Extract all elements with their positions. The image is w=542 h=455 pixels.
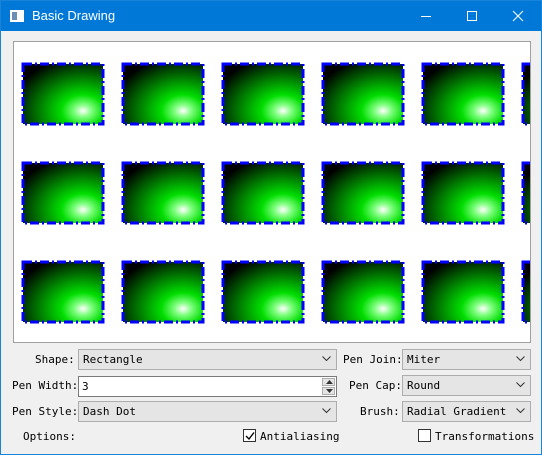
drawn-rectangle	[121, 161, 205, 225]
transformations-label[interactable]: Transformations	[435, 430, 534, 444]
arrow-down-icon	[326, 389, 333, 393]
main-window: Basic Drawing Shape: Pen Width: Pen Styl…	[0, 0, 542, 455]
spin-down-button[interactable]	[322, 387, 335, 395]
drawn-rectangle	[21, 62, 105, 126]
pen-width-label: Pen Width:	[12, 379, 79, 392]
drawn-rectangle	[521, 161, 530, 225]
arrow-up-icon	[326, 380, 333, 384]
brush-label: Brush:	[360, 405, 400, 418]
chevron-down-icon	[516, 382, 525, 388]
brush-combo[interactable]: Radial Gradient	[402, 401, 531, 422]
pen-cap-value: Round	[407, 379, 441, 392]
maximize-button[interactable]	[449, 1, 495, 31]
shape-label: Shape:	[35, 353, 75, 366]
antialiasing-label[interactable]: Antialiasing	[260, 430, 339, 444]
drawn-rectangle	[221, 62, 305, 126]
minimize-button[interactable]	[403, 1, 449, 31]
title-bar[interactable]: Basic Drawing	[1, 1, 541, 31]
close-icon	[512, 10, 524, 22]
window-title: Basic Drawing	[32, 8, 116, 23]
drawn-rectangle	[421, 62, 505, 126]
close-button[interactable]	[495, 1, 541, 31]
drawn-rectangle	[121, 260, 205, 324]
brush-value: Radial Gradient	[407, 405, 507, 418]
spin-up-button[interactable]	[322, 378, 335, 386]
drawn-rectangle	[321, 260, 405, 324]
chevron-down-icon	[516, 356, 525, 362]
drawn-rectangle	[21, 161, 105, 225]
drawing-canvas	[21, 62, 530, 324]
drawn-rectangle	[421, 260, 505, 324]
pen-style-value: Dash Dot	[83, 405, 136, 418]
drawn-rectangle	[21, 260, 105, 324]
pen-width-spinbox[interactable]	[78, 376, 337, 397]
pen-style-label: Pen Style:	[12, 405, 79, 418]
chevron-down-icon	[322, 356, 331, 362]
drawn-rectangle	[321, 161, 405, 225]
drawn-rectangle	[421, 161, 505, 225]
options-label: Options:	[23, 430, 76, 443]
pen-style-combo[interactable]: Dash Dot	[78, 401, 337, 422]
drawn-rectangle	[221, 161, 305, 225]
pen-join-label: Pen Join:	[343, 353, 403, 366]
drawn-rectangle	[521, 260, 530, 324]
chevron-down-icon	[322, 408, 331, 414]
antialiasing-checkbox[interactable]	[243, 429, 256, 442]
pen-cap-combo[interactable]: Round	[402, 375, 531, 396]
minimize-icon	[421, 16, 431, 17]
drawn-rectangle	[321, 62, 405, 126]
spin-buttons	[322, 378, 335, 395]
maximize-icon	[467, 11, 477, 21]
drawn-rectangle	[221, 260, 305, 324]
render-area	[13, 41, 531, 343]
app-window-icon	[10, 10, 24, 22]
transformations-checkbox[interactable]	[418, 429, 431, 442]
shape-value: Rectangle	[83, 353, 143, 366]
pen-join-value: Miter	[407, 353, 441, 366]
pen-width-input[interactable]	[82, 379, 312, 394]
shape-combo[interactable]: Rectangle	[78, 349, 337, 370]
chevron-down-icon	[516, 408, 525, 414]
pen-join-combo[interactable]: Miter	[402, 349, 531, 370]
pen-cap-label: Pen Cap:	[349, 379, 402, 392]
drawn-rectangle	[121, 62, 205, 126]
checkmark-icon	[245, 432, 255, 441]
drawn-rectangle	[521, 62, 530, 126]
